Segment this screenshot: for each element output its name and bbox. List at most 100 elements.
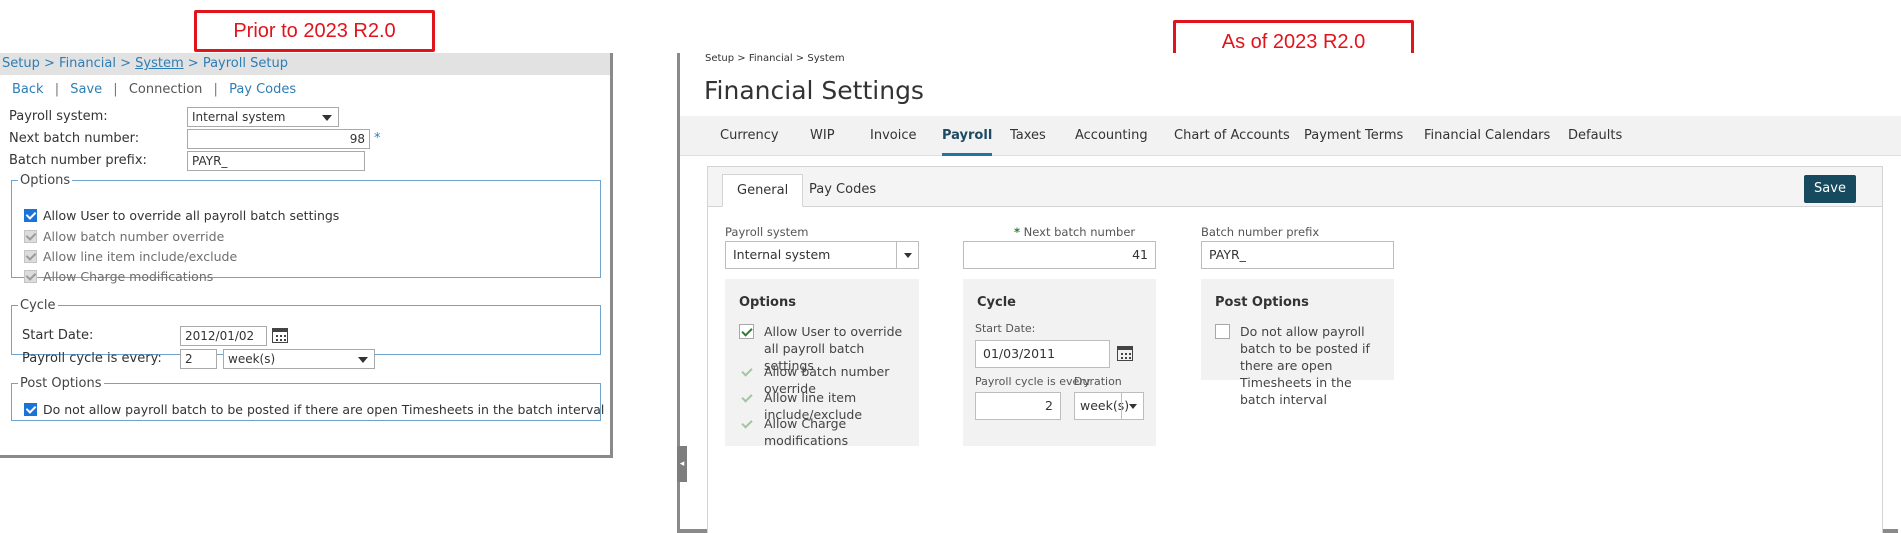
link-separator: | [213, 82, 218, 97]
action-links: Back | Save | Connection | Pay Codes [12, 82, 296, 97]
breadcrumb-separator: > [43, 56, 55, 71]
option-label: Allow User to override all payroll batch… [43, 208, 340, 223]
options-legend: Options [20, 173, 71, 188]
option-charge-modifications: Allow Charge modifications [24, 269, 213, 284]
tab-payment-terms[interactable]: Payment Terms [1304, 116, 1403, 156]
cycle-section: Cycle Start Date: 01/03/2011 Payroll cyc… [963, 279, 1156, 446]
next-batch-number-value: 98 [349, 132, 365, 146]
start-date-input[interactable]: 01/03/2011 [975, 340, 1110, 368]
payroll-settings-card: General Pay Codes Save Payroll system In… [707, 166, 1883, 533]
post-options-section: Post Options Do not allow payroll batch … [1201, 279, 1394, 407]
next-batch-number-label-text: Next batch number [1023, 225, 1136, 239]
breadcrumb-separator: > [120, 56, 132, 71]
tab-defaults[interactable]: Defaults [1568, 116, 1622, 156]
start-date-input[interactable]: 2012/01/02 [180, 326, 267, 346]
checkbox-unchecked[interactable] [1215, 324, 1230, 339]
option-charge-modifications: Allow Charge modifications [739, 415, 909, 449]
checkbox-disabled [739, 416, 754, 431]
back-link[interactable]: Back [12, 82, 44, 97]
option-allow-override[interactable]: Allow User to override all payroll batch… [24, 208, 339, 223]
next-batch-number-value: 41 [1132, 247, 1148, 262]
breadcrumb-payroll-setup: Payroll Setup [202, 56, 288, 71]
cycle-unit-select[interactable]: week(s) [223, 349, 375, 369]
payroll-cycle-input[interactable]: 2 [975, 392, 1061, 420]
subtab-general[interactable]: General [722, 174, 804, 207]
options-section: Options Allow User to override all payro… [725, 279, 919, 449]
checkbox-disabled [24, 270, 37, 283]
start-date-value: 2012/01/02 [185, 329, 255, 343]
breadcrumb-financial[interactable]: Financial [59, 56, 116, 71]
next-batch-number-input[interactable]: 41 [963, 241, 1156, 269]
link-separator: | [113, 82, 118, 97]
option-block-open-timesheets[interactable]: Do not allow payroll batch to be posted … [1215, 323, 1387, 408]
tab-invoice[interactable]: Invoice [870, 116, 916, 156]
calendar-icon[interactable] [1117, 346, 1133, 361]
settings-tab-bar: Currency WIP Invoice Payroll Taxes Accou… [680, 116, 1901, 156]
post-options-legend: Post Options [20, 376, 102, 391]
checkbox-disabled [739, 364, 754, 379]
batch-prefix-label: Batch number prefix [1201, 225, 1320, 239]
tab-taxes[interactable]: Taxes [1010, 116, 1046, 156]
batch-prefix-input[interactable]: PAYR_ [187, 151, 365, 171]
option-batch-number-override: Allow batch number override [24, 229, 224, 244]
tab-payroll[interactable]: Payroll [942, 116, 993, 156]
option-label: Allow Charge modifications [43, 269, 214, 284]
payroll-cycle-input[interactable]: 2 [180, 349, 217, 369]
save-button[interactable]: Save [1804, 175, 1856, 203]
checkbox-checked[interactable] [24, 209, 37, 222]
start-date-label: Start Date: [22, 328, 94, 343]
chevron-down-icon[interactable] [896, 242, 918, 268]
pay-codes-link[interactable]: Pay Codes [229, 82, 296, 97]
breadcrumb: Setup > Financial > System > Payroll Set… [0, 53, 610, 75]
breadcrumb-separator: > [187, 56, 199, 71]
payroll-cycle-label: Payroll cycle is every [975, 375, 1091, 388]
cycle-group: Cycle [11, 298, 601, 355]
post-options-title: Post Options [1215, 295, 1309, 310]
batch-prefix-input[interactable]: PAYR_ [1201, 241, 1394, 269]
cycle-unit-value: week(s) [228, 352, 276, 366]
tab-chart-of-accounts[interactable]: Chart of Accounts [1174, 116, 1290, 156]
chevron-down-icon[interactable] [1121, 393, 1143, 419]
option-label: Allow batch number override [43, 229, 225, 244]
payroll-cycle-value: 2 [1045, 398, 1053, 413]
next-batch-number-input[interactable]: 98 [187, 129, 370, 149]
tab-financial-calendars[interactable]: Financial Calendars [1424, 116, 1550, 156]
calendar-icon[interactable] [272, 328, 288, 343]
breadcrumb-system[interactable]: System [135, 56, 183, 71]
required-marker: * [1014, 225, 1021, 239]
start-date-label: Start Date: [975, 322, 1036, 335]
duration-select[interactable]: week(s) [1074, 392, 1144, 420]
sub-tab-bar: General Pay Codes Save [708, 167, 1882, 207]
payroll-cycle-label: Payroll cycle is every: [22, 351, 162, 366]
callout-before: Prior to 2023 R2.0 [194, 10, 435, 52]
collapse-sidebar-handle[interactable]: ◂ [677, 446, 687, 482]
payroll-system-select[interactable]: Internal system [187, 107, 339, 127]
tab-wip[interactable]: WIP [810, 116, 835, 156]
option-label: Allow line item include/exclude [43, 249, 238, 264]
payroll-system-label: Payroll system: [9, 109, 108, 124]
connection-link[interactable]: Connection [129, 82, 203, 97]
option-label: Do not allow payroll batch to be posted … [43, 402, 605, 417]
page-title: Financial Settings [704, 76, 924, 105]
batch-prefix-value: PAYR_ [1209, 247, 1246, 262]
checkbox-disabled [739, 390, 754, 405]
tab-currency[interactable]: Currency [720, 116, 779, 156]
cycle-title: Cycle [977, 295, 1016, 310]
save-link[interactable]: Save [70, 82, 102, 97]
required-marker: * [374, 131, 381, 146]
legacy-payroll-setup-panel: Setup > Financial > System > Payroll Set… [0, 53, 613, 458]
link-separator: | [54, 82, 60, 97]
payroll-system-value: Internal system [192, 110, 286, 124]
subtab-pay-codes[interactable]: Pay Codes [795, 174, 890, 207]
start-date-value: 01/03/2011 [983, 346, 1056, 361]
payroll-system-select[interactable]: Internal system [725, 241, 919, 269]
breadcrumb: Setup > Financial > System [705, 53, 845, 64]
checkbox-checked[interactable] [739, 324, 754, 339]
cycle-legend: Cycle [20, 298, 56, 313]
chevron-left-icon: ◂ [679, 459, 685, 469]
checkbox-checked[interactable] [24, 403, 37, 416]
breadcrumb-setup[interactable]: Setup [2, 56, 40, 71]
tab-accounting[interactable]: Accounting [1075, 116, 1148, 156]
options-title: Options [739, 295, 796, 310]
option-block-open-timesheets[interactable]: Do not allow payroll batch to be posted … [24, 402, 604, 417]
